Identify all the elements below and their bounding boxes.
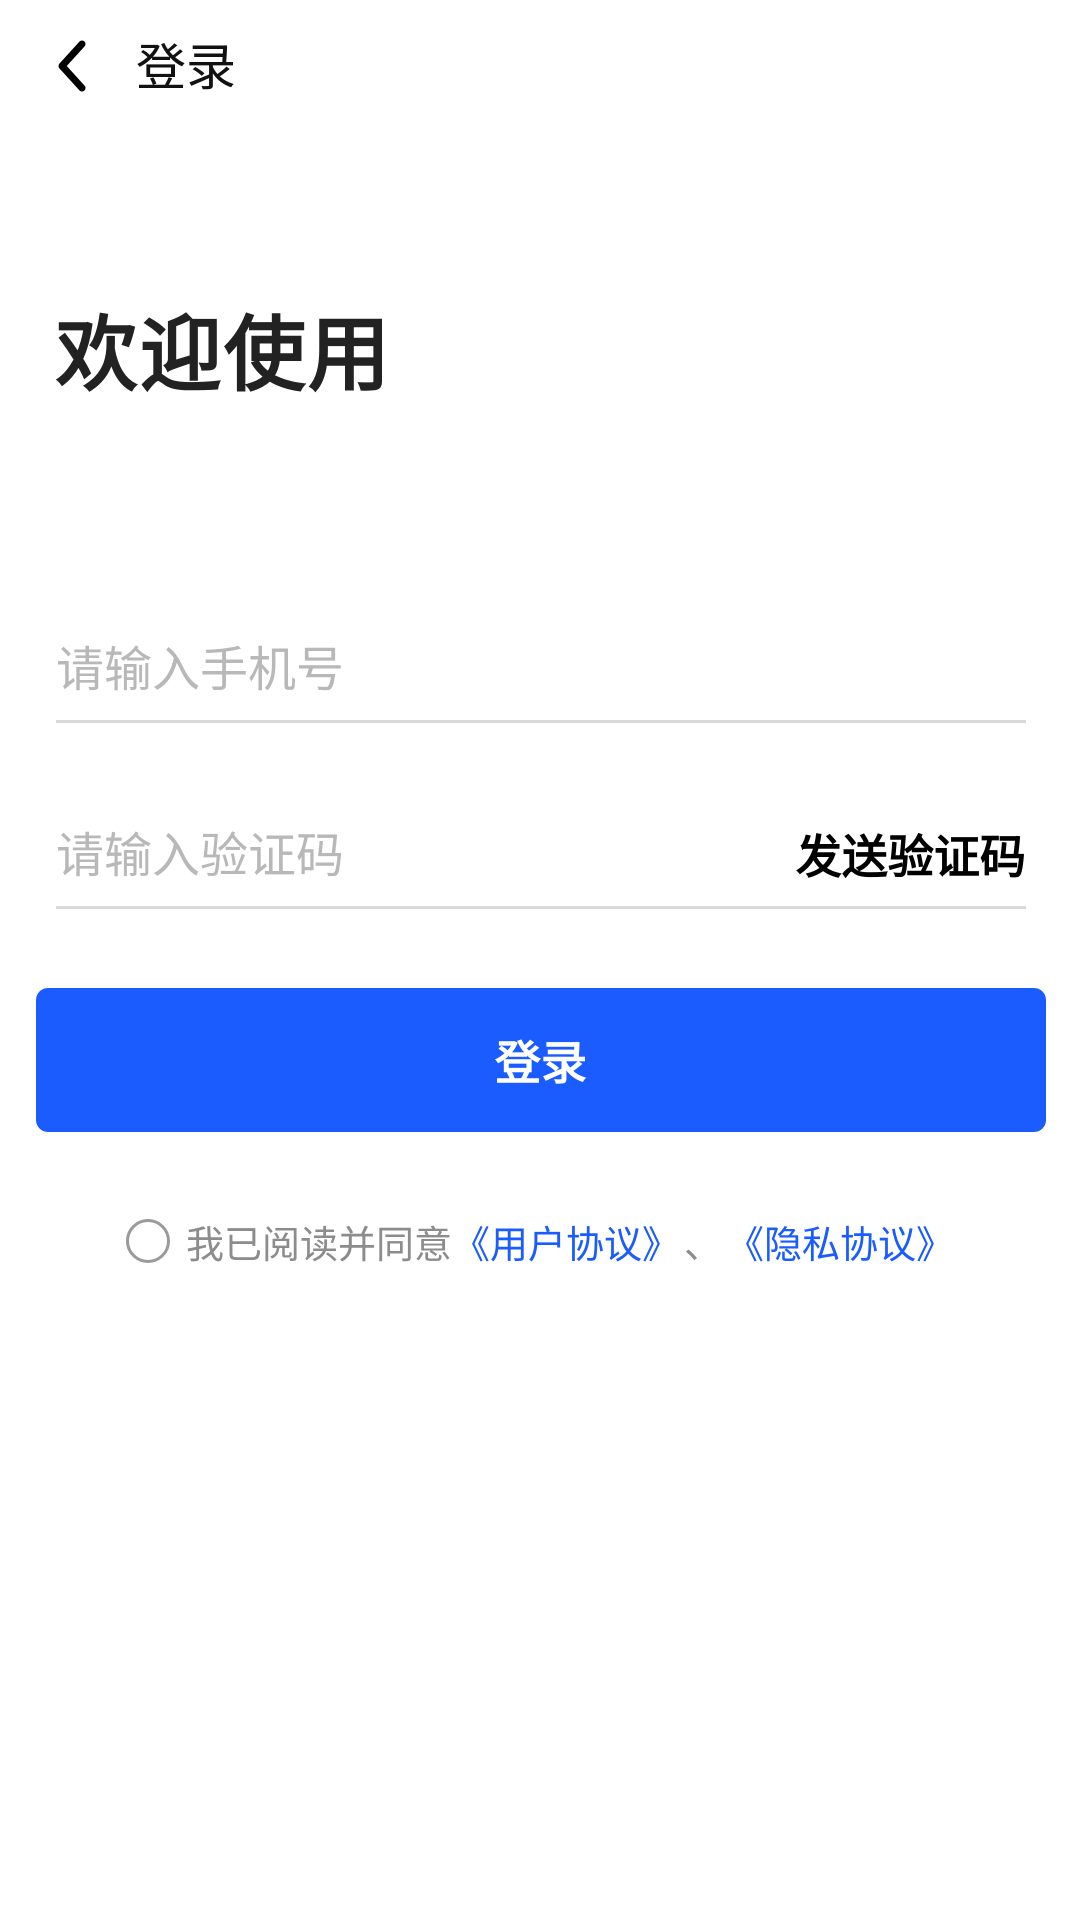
phone-input[interactable] [56,620,756,720]
phone-field [56,620,1026,723]
welcome-heading: 欢迎使用 [56,308,393,403]
agreement-checkbox[interactable] [125,1219,170,1263]
verification-code-input[interactable] [56,806,756,906]
back-button[interactable] [40,28,104,108]
chevron-left-icon [54,38,90,98]
user-agreement-link[interactable]: 《用户协议》 [452,1214,680,1269]
agreement-separator: 、 [684,1222,723,1267]
agreement-row: 我已阅读并同意 《用户协议》 、 《隐私协议》 [0,1206,1080,1276]
top-bar: 登录 [0,0,1080,136]
send-code-button[interactable]: 发送验证码 [796,824,1026,890]
agreement-text: 我已阅读并同意 [185,1222,452,1267]
privacy-agreement-link[interactable]: 《隐私协议》 [726,1214,954,1269]
page-title: 登录 [136,39,236,97]
verification-code-field: 发送验证码 [56,806,1026,909]
login-button[interactable]: 登录 [36,988,1046,1132]
